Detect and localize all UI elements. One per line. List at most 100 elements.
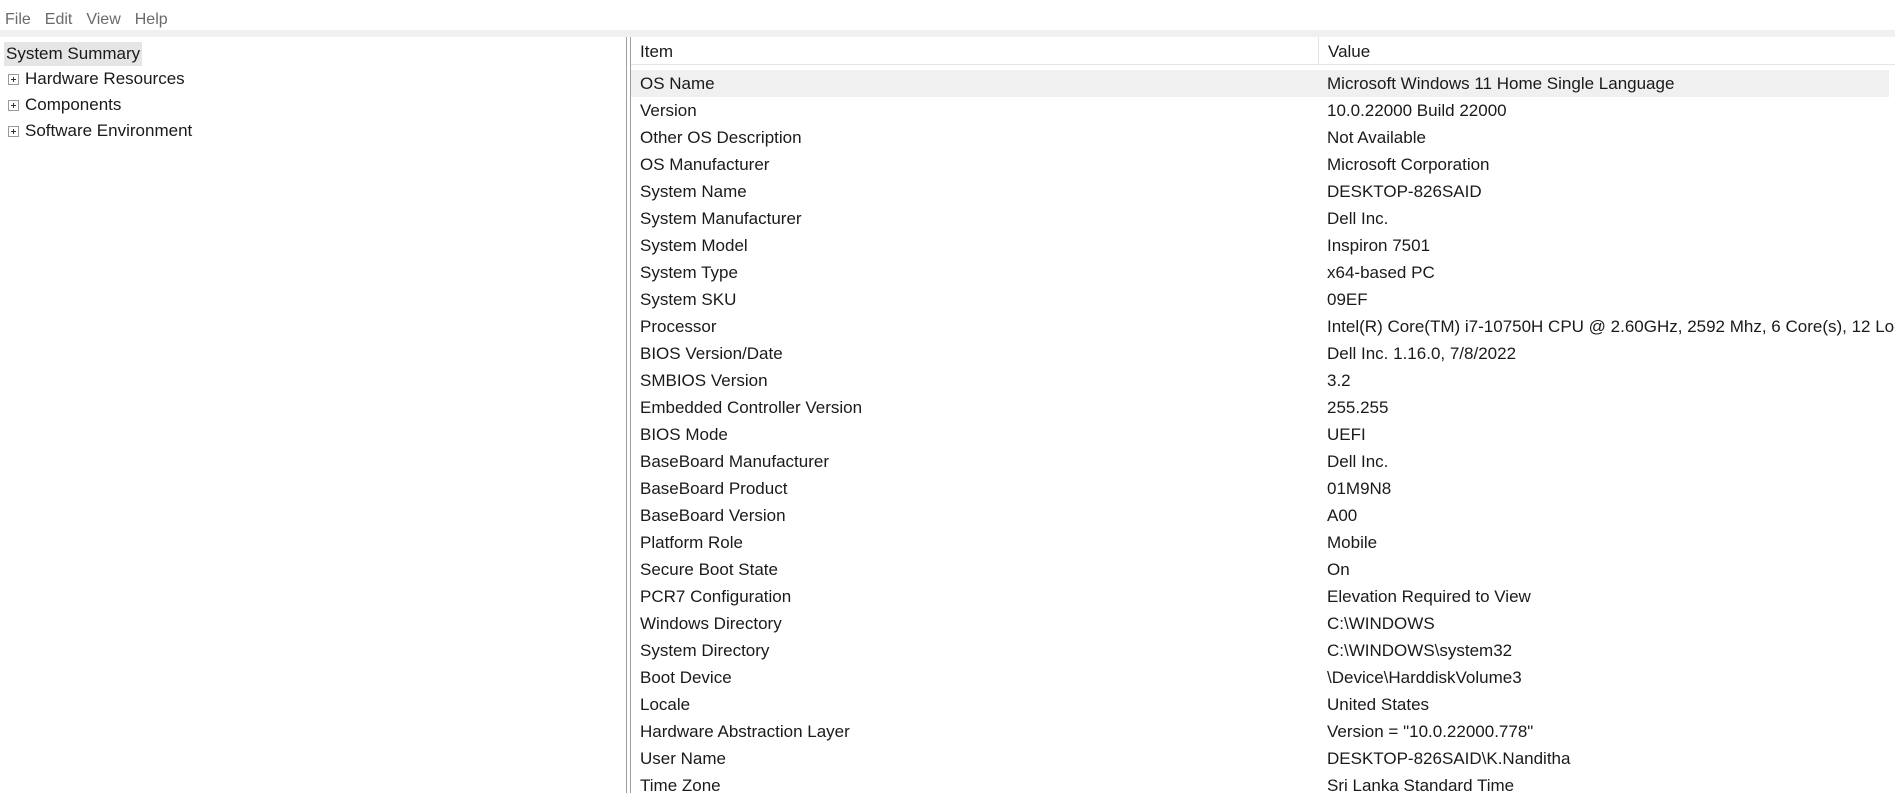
cell-value: DESKTOP-826SAID <box>1327 182 1482 201</box>
menu-file[interactable]: File <box>0 8 40 32</box>
cell-item: Windows Directory <box>640 614 782 633</box>
cell-value: 01M9N8 <box>1327 479 1392 498</box>
toolbar-separator <box>0 30 1895 37</box>
cell-item: BaseBoard Product <box>640 479 788 498</box>
table-row[interactable]: BaseBoard Manufacturer Dell Inc. <box>631 448 1895 475</box>
table-row[interactable]: BIOS Version/Date Dell Inc. 1.16.0, 7/8/2… <box>631 340 1895 367</box>
table-row[interactable]: User Name DESKTOP-826SAID\K.Nanditha <box>631 745 1895 772</box>
table-row[interactable]: BaseBoard Product 01M9N8 <box>631 475 1895 502</box>
cell-item: Other OS Description <box>640 128 802 147</box>
table-row[interactable]: System Name DESKTOP-826SAID <box>631 178 1895 205</box>
cell-item: SMBIOS Version <box>640 371 768 390</box>
cell-value: Version = "10.0.22000.778" <box>1327 722 1534 741</box>
tree-item-label: Software Environment <box>25 121 193 140</box>
table-row[interactable]: OS Name Microsoft Windows 11 Home Single … <box>631 70 1889 97</box>
tree-item-system-summary[interactable]: System Summary <box>4 42 143 66</box>
cell-value: Elevation Required to View <box>1327 587 1531 606</box>
cell-item: Embedded Controller Version <box>640 398 863 417</box>
cell-value: Dell Inc. <box>1327 209 1389 228</box>
cell-value: Intel(R) Core(TM) i7-10750H CPU @ 2.60GH… <box>1327 317 1895 336</box>
table-row[interactable]: PCR7 Configuration Elevation Required to … <box>631 583 1895 610</box>
cell-item: System Model <box>640 236 748 255</box>
table-row[interactable]: SMBIOS Version 3.2 <box>631 367 1895 394</box>
table-row[interactable]: Hardware Abstraction Layer Version = "10.… <box>631 718 1895 745</box>
menu-edit[interactable]: Edit <box>40 8 82 32</box>
cell-value: Not Available <box>1327 128 1426 147</box>
table-row[interactable]: System Directory C:\WINDOWS\system32 <box>631 637 1895 664</box>
table-row[interactable]: Boot Device \Device\HarddiskVolume3 <box>631 664 1895 691</box>
cell-item: OS Name <box>640 74 715 93</box>
cell-item: User Name <box>640 749 726 768</box>
cell-value: United States <box>1327 695 1430 714</box>
cell-value: Mobile <box>1327 533 1378 552</box>
table-row[interactable]: System SKU 09EF <box>631 286 1895 313</box>
list-rows: OS Name Microsoft Windows 11 Home Single … <box>631 70 1895 793</box>
cell-item: Hardware Abstraction Layer <box>640 722 850 741</box>
expand-plus-icon[interactable] <box>8 99 19 111</box>
table-row[interactable]: System Type x64-based PC <box>631 259 1895 286</box>
cell-item: OS Manufacturer <box>640 155 770 174</box>
cell-item: BaseBoard Version <box>640 506 786 525</box>
tree-item-components[interactable]: Components <box>8 93 121 117</box>
cell-value: Microsoft Windows 11 Home Single Languag… <box>1327 74 1675 93</box>
table-row[interactable]: Windows Directory C:\WINDOWS <box>631 610 1895 637</box>
table-row[interactable]: System Model Inspiron 7501 <box>631 232 1895 259</box>
tree-item-label: Hardware Resources <box>25 69 185 88</box>
category-tree[interactable]: System Summary Hardware Resources Compon… <box>0 37 627 793</box>
cell-value: 3.2 <box>1327 371 1351 390</box>
cell-item: Time Zone <box>640 776 721 793</box>
cell-item: PCR7 Configuration <box>640 587 792 606</box>
table-row[interactable]: BaseBoard Version A00 <box>631 502 1895 529</box>
cell-item: Boot Device <box>640 668 732 687</box>
cell-value: A00 <box>1327 506 1358 525</box>
cell-value: 255.255 <box>1327 398 1389 417</box>
list-header: Item Value <box>631 37 1895 65</box>
cell-value: 09EF <box>1327 290 1368 309</box>
cell-value: DESKTOP-826SAID\K.Nanditha <box>1327 749 1571 768</box>
cell-value: UEFI <box>1327 425 1366 444</box>
cell-item: Processor <box>640 317 717 336</box>
cell-value: Sri Lanka Standard Time <box>1327 776 1515 793</box>
menu-bar: File Edit View Help <box>0 8 177 32</box>
cell-value: 10.0.22000 Build 22000 <box>1327 101 1507 120</box>
column-header-value[interactable]: Value <box>1319 37 1895 65</box>
cell-item: Version <box>640 101 697 120</box>
table-row[interactable]: Processor Intel(R) Core(TM) i7-10750H CPU… <box>631 313 1895 340</box>
menu-help[interactable]: Help <box>130 8 177 32</box>
cell-value: Dell Inc. <box>1327 452 1389 471</box>
cell-value: Inspiron 7501 <box>1327 236 1431 255</box>
cell-item: Platform Role <box>640 533 743 552</box>
table-row[interactable]: Platform Role Mobile <box>631 529 1895 556</box>
menu-view[interactable]: View <box>81 8 129 32</box>
cell-item: System Name <box>640 182 747 201</box>
table-row[interactable]: Version 10.0.22000 Build 22000 <box>631 97 1895 124</box>
details-list[interactable]: Item Value OS Name Microsoft Windows 11 H… <box>630 37 1895 793</box>
cell-value: On <box>1327 560 1350 579</box>
cell-item: Secure Boot State <box>640 560 778 579</box>
cell-item: System Manufacturer <box>640 209 802 228</box>
table-row[interactable]: Time Zone Sri Lanka Standard Time <box>631 772 1895 793</box>
expand-plus-icon[interactable] <box>8 125 19 137</box>
cell-item: BIOS Version/Date <box>640 344 783 363</box>
table-row[interactable]: Locale United States <box>631 691 1895 718</box>
table-row[interactable]: OS Manufacturer Microsoft Corporation <box>631 151 1895 178</box>
table-row[interactable]: Other OS Description Not Available <box>631 124 1895 151</box>
table-row[interactable]: Embedded Controller Version 255.255 <box>631 394 1895 421</box>
tree-item-hardware-resources[interactable]: Hardware Resources <box>8 67 185 91</box>
title-band <box>0 0 1895 30</box>
cell-value: C:\WINDOWS <box>1327 614 1435 633</box>
table-row[interactable]: System Manufacturer Dell Inc. <box>631 205 1895 232</box>
cell-item: System Type <box>640 263 738 282</box>
table-row[interactable]: Secure Boot State On <box>631 556 1895 583</box>
cell-value: Microsoft Corporation <box>1327 155 1490 174</box>
cell-item: System SKU <box>640 290 737 309</box>
table-row[interactable]: BIOS Mode UEFI <box>631 421 1895 448</box>
cell-item: BaseBoard Manufacturer <box>640 452 829 471</box>
tree-item-software-environment[interactable]: Software Environment <box>8 119 192 143</box>
tree-item-label: Components <box>25 95 122 114</box>
column-header-item[interactable]: Item <box>631 37 1319 65</box>
cell-value: Dell Inc. 1.16.0, 7/8/2022 <box>1327 344 1517 363</box>
cell-value: C:\WINDOWS\system32 <box>1327 641 1513 660</box>
cell-item: BIOS Mode <box>640 425 728 444</box>
expand-plus-icon[interactable] <box>8 73 19 85</box>
